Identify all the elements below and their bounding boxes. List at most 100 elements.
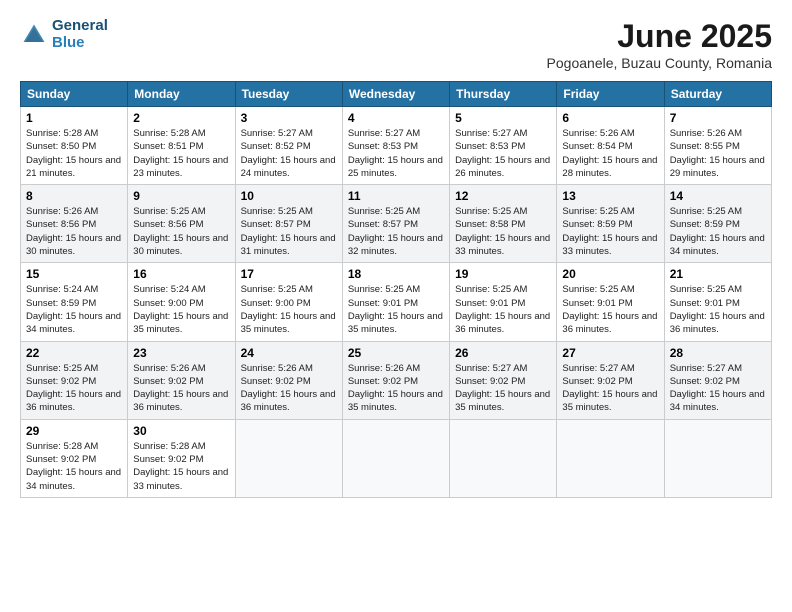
day-number: 9 xyxy=(133,189,229,203)
table-row: 14 Sunrise: 5:25 AM Sunset: 8:59 PM Dayl… xyxy=(664,185,771,263)
day-info: Sunrise: 5:25 AM Sunset: 9:01 PM Dayligh… xyxy=(455,283,551,336)
table-row: 30 Sunrise: 5:28 AM Sunset: 9:02 PM Dayl… xyxy=(128,419,235,497)
day-info: Sunrise: 5:25 AM Sunset: 9:00 PM Dayligh… xyxy=(241,283,337,336)
table-row: 24 Sunrise: 5:26 AM Sunset: 9:02 PM Dayl… xyxy=(235,341,342,419)
day-number: 18 xyxy=(348,267,444,281)
day-info: Sunrise: 5:25 AM Sunset: 8:57 PM Dayligh… xyxy=(241,205,337,258)
day-info: Sunrise: 5:27 AM Sunset: 9:02 PM Dayligh… xyxy=(670,362,766,415)
logo-icon xyxy=(20,21,48,49)
day-number: 3 xyxy=(241,111,337,125)
table-row: 8 Sunrise: 5:26 AM Sunset: 8:56 PM Dayli… xyxy=(21,185,128,263)
table-row: 2 Sunrise: 5:28 AM Sunset: 8:51 PM Dayli… xyxy=(128,107,235,185)
day-info: Sunrise: 5:25 AM Sunset: 8:56 PM Dayligh… xyxy=(133,205,229,258)
title-block: June 2025 Pogoanele, Buzau County, Roman… xyxy=(547,18,772,71)
day-info: Sunrise: 5:27 AM Sunset: 9:02 PM Dayligh… xyxy=(455,362,551,415)
day-number: 27 xyxy=(562,346,658,360)
table-row: 11 Sunrise: 5:25 AM Sunset: 8:57 PM Dayl… xyxy=(342,185,449,263)
col-saturday: Saturday xyxy=(664,82,771,107)
table-row: 10 Sunrise: 5:25 AM Sunset: 8:57 PM Dayl… xyxy=(235,185,342,263)
day-info: Sunrise: 5:25 AM Sunset: 9:01 PM Dayligh… xyxy=(670,283,766,336)
table-row: 1 Sunrise: 5:28 AM Sunset: 8:50 PM Dayli… xyxy=(21,107,128,185)
table-row xyxy=(235,419,342,497)
day-number: 23 xyxy=(133,346,229,360)
table-row: 3 Sunrise: 5:27 AM Sunset: 8:52 PM Dayli… xyxy=(235,107,342,185)
table-row: 22 Sunrise: 5:25 AM Sunset: 9:02 PM Dayl… xyxy=(21,341,128,419)
day-info: Sunrise: 5:28 AM Sunset: 8:51 PM Dayligh… xyxy=(133,127,229,180)
day-info: Sunrise: 5:28 AM Sunset: 9:02 PM Dayligh… xyxy=(133,440,229,493)
table-row xyxy=(664,419,771,497)
day-info: Sunrise: 5:25 AM Sunset: 8:59 PM Dayligh… xyxy=(670,205,766,258)
day-info: Sunrise: 5:25 AM Sunset: 9:02 PM Dayligh… xyxy=(26,362,122,415)
logo-text: General Blue xyxy=(52,18,108,51)
table-row xyxy=(450,419,557,497)
day-info: Sunrise: 5:27 AM Sunset: 8:53 PM Dayligh… xyxy=(455,127,551,180)
day-number: 5 xyxy=(455,111,551,125)
day-number: 20 xyxy=(562,267,658,281)
table-row: 7 Sunrise: 5:26 AM Sunset: 8:55 PM Dayli… xyxy=(664,107,771,185)
table-row: 21 Sunrise: 5:25 AM Sunset: 9:01 PM Dayl… xyxy=(664,263,771,341)
table-row: 26 Sunrise: 5:27 AM Sunset: 9:02 PM Dayl… xyxy=(450,341,557,419)
table-row: 12 Sunrise: 5:25 AM Sunset: 8:58 PM Dayl… xyxy=(450,185,557,263)
col-wednesday: Wednesday xyxy=(342,82,449,107)
table-row: 28 Sunrise: 5:27 AM Sunset: 9:02 PM Dayl… xyxy=(664,341,771,419)
table-row: 27 Sunrise: 5:27 AM Sunset: 9:02 PM Dayl… xyxy=(557,341,664,419)
day-number: 24 xyxy=(241,346,337,360)
table-row: 13 Sunrise: 5:25 AM Sunset: 8:59 PM Dayl… xyxy=(557,185,664,263)
table-row: 5 Sunrise: 5:27 AM Sunset: 8:53 PM Dayli… xyxy=(450,107,557,185)
table-row: 25 Sunrise: 5:26 AM Sunset: 9:02 PM Dayl… xyxy=(342,341,449,419)
day-info: Sunrise: 5:25 AM Sunset: 9:01 PM Dayligh… xyxy=(348,283,444,336)
table-row: 9 Sunrise: 5:25 AM Sunset: 8:56 PM Dayli… xyxy=(128,185,235,263)
day-info: Sunrise: 5:27 AM Sunset: 9:02 PM Dayligh… xyxy=(562,362,658,415)
day-info: Sunrise: 5:26 AM Sunset: 9:02 PM Dayligh… xyxy=(348,362,444,415)
day-info: Sunrise: 5:24 AM Sunset: 9:00 PM Dayligh… xyxy=(133,283,229,336)
day-number: 14 xyxy=(670,189,766,203)
table-row: 29 Sunrise: 5:28 AM Sunset: 9:02 PM Dayl… xyxy=(21,419,128,497)
day-number: 4 xyxy=(348,111,444,125)
day-number: 8 xyxy=(26,189,122,203)
table-row: 16 Sunrise: 5:24 AM Sunset: 9:00 PM Dayl… xyxy=(128,263,235,341)
day-info: Sunrise: 5:25 AM Sunset: 9:01 PM Dayligh… xyxy=(562,283,658,336)
month-title: June 2025 xyxy=(547,18,772,55)
table-row: 17 Sunrise: 5:25 AM Sunset: 9:00 PM Dayl… xyxy=(235,263,342,341)
day-number: 26 xyxy=(455,346,551,360)
day-number: 10 xyxy=(241,189,337,203)
day-info: Sunrise: 5:28 AM Sunset: 8:50 PM Dayligh… xyxy=(26,127,122,180)
day-info: Sunrise: 5:27 AM Sunset: 8:52 PM Dayligh… xyxy=(241,127,337,180)
day-number: 21 xyxy=(670,267,766,281)
day-number: 28 xyxy=(670,346,766,360)
day-number: 13 xyxy=(562,189,658,203)
col-tuesday: Tuesday xyxy=(235,82,342,107)
table-row: 4 Sunrise: 5:27 AM Sunset: 8:53 PM Dayli… xyxy=(342,107,449,185)
table-row: 6 Sunrise: 5:26 AM Sunset: 8:54 PM Dayli… xyxy=(557,107,664,185)
day-number: 11 xyxy=(348,189,444,203)
day-info: Sunrise: 5:27 AM Sunset: 8:53 PM Dayligh… xyxy=(348,127,444,180)
day-number: 16 xyxy=(133,267,229,281)
table-row: 19 Sunrise: 5:25 AM Sunset: 9:01 PM Dayl… xyxy=(450,263,557,341)
col-thursday: Thursday xyxy=(450,82,557,107)
col-sunday: Sunday xyxy=(21,82,128,107)
table-row xyxy=(342,419,449,497)
calendar-table: Sunday Monday Tuesday Wednesday Thursday… xyxy=(20,81,772,498)
day-info: Sunrise: 5:28 AM Sunset: 9:02 PM Dayligh… xyxy=(26,440,122,493)
day-number: 25 xyxy=(348,346,444,360)
col-monday: Monday xyxy=(128,82,235,107)
table-row xyxy=(557,419,664,497)
day-number: 7 xyxy=(670,111,766,125)
header: General Blue June 2025 Pogoanele, Buzau … xyxy=(20,18,772,71)
day-info: Sunrise: 5:26 AM Sunset: 9:02 PM Dayligh… xyxy=(241,362,337,415)
day-number: 1 xyxy=(26,111,122,125)
day-info: Sunrise: 5:26 AM Sunset: 8:55 PM Dayligh… xyxy=(670,127,766,180)
day-info: Sunrise: 5:25 AM Sunset: 8:58 PM Dayligh… xyxy=(455,205,551,258)
day-info: Sunrise: 5:25 AM Sunset: 8:57 PM Dayligh… xyxy=(348,205,444,258)
logo: General Blue xyxy=(20,18,108,51)
day-number: 19 xyxy=(455,267,551,281)
day-number: 30 xyxy=(133,424,229,438)
day-info: Sunrise: 5:26 AM Sunset: 8:56 PM Dayligh… xyxy=(26,205,122,258)
day-number: 29 xyxy=(26,424,122,438)
subtitle: Pogoanele, Buzau County, Romania xyxy=(547,55,772,71)
table-row: 20 Sunrise: 5:25 AM Sunset: 9:01 PM Dayl… xyxy=(557,263,664,341)
day-info: Sunrise: 5:26 AM Sunset: 9:02 PM Dayligh… xyxy=(133,362,229,415)
page-container: General Blue June 2025 Pogoanele, Buzau … xyxy=(0,0,792,508)
day-number: 2 xyxy=(133,111,229,125)
day-number: 15 xyxy=(26,267,122,281)
